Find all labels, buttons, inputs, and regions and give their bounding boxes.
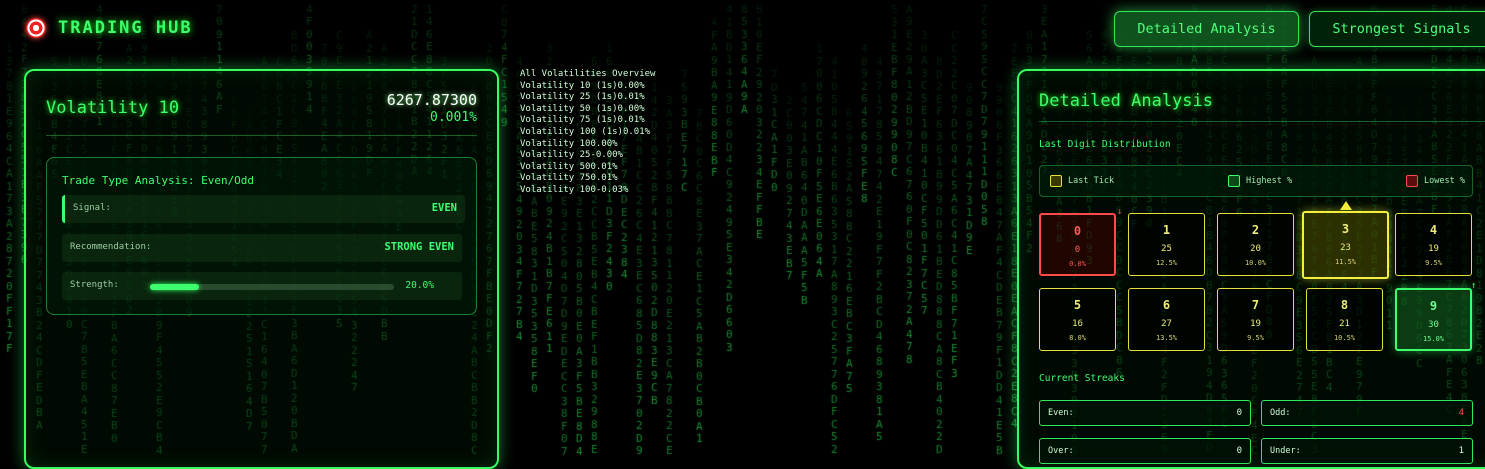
market-price: 6267.87300 (386, 91, 477, 109)
last-tick-pointer-icon (1340, 201, 1352, 210)
trade-analysis-card: Trade Type Analysis: Even/Odd Signal: EV… (46, 157, 477, 315)
divider (1039, 121, 1485, 122)
overview-item[interactable]: Volatility 25 (1s)0.01% (520, 92, 655, 104)
digit-card-0[interactable]: 0 0 0.0% (1039, 213, 1116, 276)
digit-legend: Last Tick Highest % Lowest % (1039, 165, 1473, 197)
digit-card-2[interactable]: 2 20 10.0% (1217, 213, 1294, 276)
app-title: TRADING HUB (58, 18, 193, 38)
digit-card-8[interactable]: 8 21 10.5% (1306, 288, 1383, 351)
up-arrow-icon: ↑ (1471, 281, 1477, 291)
digit-card-1[interactable]: 1 25 12.5% (1128, 213, 1205, 276)
detailed-analysis-panel: Detailed Analysis Last Digit Distributio… (1017, 69, 1485, 469)
overview-item[interactable]: Volatility 750.01% (520, 173, 655, 185)
strength-label: Strength: (70, 280, 119, 290)
streak-under: Under: 1 (1261, 438, 1473, 464)
overview-item[interactable]: Volatility 100.00% (520, 139, 655, 151)
last-tick-swatch (1050, 175, 1062, 187)
detailed-analysis-button[interactable]: Detailed Analysis (1114, 11, 1299, 47)
legend-highest: Highest % (1228, 175, 1292, 187)
digit-card-5[interactable]: 5 16 8.0% (1039, 288, 1116, 351)
digit-card-3[interactable]: 3 23 11.5% (1302, 211, 1389, 279)
legend-last-tick: Last Tick (1050, 175, 1114, 187)
divider (46, 135, 477, 136)
overview-title: All Volatilities Overview (520, 69, 656, 79)
detail-title: Detailed Analysis (1039, 91, 1213, 111)
strength-bar (150, 284, 394, 290)
overview-item[interactable]: Volatility 10 (1s)0.00% (520, 81, 655, 93)
streak-over: Over: 0 (1039, 438, 1251, 464)
overview-item[interactable]: Volatility 100-0.03% (520, 185, 655, 197)
digit-card-9[interactable]: 9 30 15.0% (1395, 288, 1472, 351)
recommendation-row: Recommendation: STRONG EVEN (62, 234, 462, 262)
market-name: Volatility 10 (46, 98, 180, 118)
market-panel: Volatility 10 6267.87300 0.001% Trade Ty… (24, 69, 499, 469)
recommendation-value: STRONG EVEN (384, 241, 454, 253)
digit-card-6[interactable]: 6 27 13.5% (1128, 288, 1205, 351)
distribution-title: Last Digit Distribution (1039, 139, 1171, 150)
strength-row: Strength: 20.0% (62, 272, 462, 300)
signal-label: Signal: (73, 203, 111, 213)
market-change: 0.001% (430, 110, 477, 125)
overview-item[interactable]: Volatility 500.01% (520, 162, 655, 174)
target-icon (26, 18, 46, 38)
legend-lowest: Lowest % (1406, 175, 1465, 187)
lowest-swatch (1406, 175, 1418, 187)
overview-item[interactable]: Volatility 50 (1s)0.00% (520, 104, 655, 116)
brand: TRADING HUB (26, 18, 193, 38)
signal-row: Signal: EVEN (62, 195, 465, 223)
digit-card-4[interactable]: 4 19 9.5% (1395, 213, 1472, 276)
signal-value: EVEN (431, 202, 457, 214)
streak-odd: Odd: 4 (1261, 400, 1473, 426)
highest-swatch (1228, 175, 1240, 187)
down-arrow-icon: ↓ (1117, 207, 1123, 217)
strength-bar-fill (150, 284, 199, 290)
streak-even: Even: 0 (1039, 400, 1251, 426)
streaks-title: Current Streaks (1039, 373, 1125, 384)
trade-analysis-title: Trade Type Analysis: Even/Odd (62, 174, 255, 187)
overview-item[interactable]: Volatility 75 (1s)0.01% (520, 115, 655, 127)
volatilities-overview: All Volatilities Overview Volatility 10 … (520, 69, 655, 197)
overview-item[interactable]: Volatility 100 (1s)0.01% (520, 127, 655, 139)
digit-card-7[interactable]: 7 19 9.5% (1217, 288, 1294, 351)
strength-value: 20.0% (405, 280, 434, 291)
overview-item[interactable]: Volatility 25-0.00% (520, 150, 655, 162)
strongest-signals-button[interactable]: Strongest Signals (1309, 11, 1485, 47)
recommendation-label: Recommendation: (70, 242, 152, 252)
